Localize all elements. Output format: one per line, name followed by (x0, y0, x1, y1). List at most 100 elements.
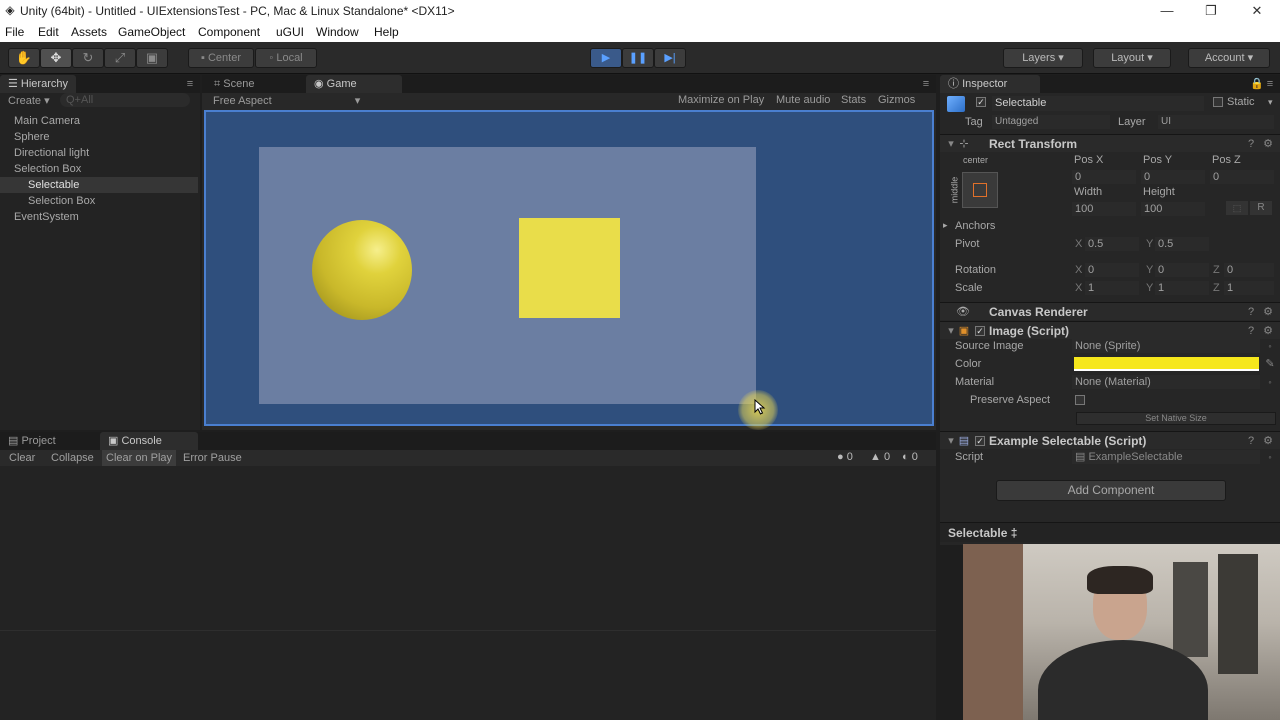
anchor-presets-button[interactable] (962, 172, 998, 208)
tab-scene[interactable]: ⌗ Scene (206, 75, 262, 93)
pos-x-field[interactable]: 0 (1072, 170, 1136, 184)
gizmos-dropdown[interactable]: Gizmos (878, 94, 915, 106)
maximize-on-play-toggle[interactable]: Maximize on Play (678, 94, 764, 106)
help-icon[interactable]: ? (1245, 325, 1257, 337)
menu-assets[interactable]: Assets (71, 25, 107, 39)
help-icon[interactable]: ? (1245, 435, 1257, 447)
account-dropdown[interactable]: Account ▾ (1188, 48, 1270, 68)
game-viewport[interactable] (204, 110, 934, 430)
scale-y-field[interactable]: 1 (1155, 281, 1209, 295)
object-name-field[interactable]: Selectable (992, 96, 1204, 111)
height-field[interactable]: 100 (1141, 202, 1205, 216)
static-dropdown-icon[interactable]: ▾ (1268, 97, 1273, 108)
blueprint-mode-icon[interactable]: ⬚ (1226, 201, 1248, 215)
source-image-field[interactable]: None (Sprite) (1072, 339, 1260, 353)
message-count-toggle[interactable]: ◐ 0 (902, 451, 918, 463)
script-field[interactable]: ▤ ExampleSelectable (1072, 450, 1260, 464)
anchors-label[interactable]: Anchors (955, 220, 995, 232)
panel-menu-icon[interactable]: ≡ (184, 78, 196, 90)
object-picker-icon[interactable]: ◦ (1264, 451, 1276, 463)
image-enabled-checkbox[interactable]: ✓ (975, 326, 985, 336)
eyedropper-icon[interactable]: ✎ (1264, 358, 1276, 370)
menu-help[interactable]: Help (374, 25, 399, 39)
stats-toggle[interactable]: Stats (841, 94, 866, 106)
error-count-toggle[interactable]: ● 0 (837, 451, 853, 463)
image-script-header[interactable]: ▾ ▣ ✓ Image (Script) ? ⚙ (940, 321, 1280, 339)
layout-dropdown[interactable]: Layout ▾ (1093, 48, 1171, 68)
tab-inspector[interactable]: ⓘ Inspector (940, 75, 1040, 93)
collapse-button[interactable]: Collapse (51, 452, 94, 464)
foldout-arrow-icon[interactable]: ▾ (945, 138, 957, 150)
preview-header[interactable]: Selectable ‡ (940, 522, 1280, 542)
layer-dropdown[interactable]: UI (1158, 115, 1274, 129)
raw-edit-button[interactable]: R (1250, 201, 1272, 215)
pivot-y-field[interactable]: 0.5 (1155, 237, 1209, 251)
rotate-tool-icon[interactable]: ↻ (72, 48, 104, 68)
pivot-center-button[interactable]: ▪ Center (188, 48, 254, 68)
canvas-renderer-header[interactable]: 👁 Canvas Renderer ? ⚙ (940, 302, 1280, 320)
add-component-button[interactable]: Add Component (996, 480, 1226, 501)
mute-audio-toggle[interactable]: Mute audio (776, 94, 830, 106)
rotation-z-field[interactable]: 0 (1224, 263, 1274, 277)
menu-ugui[interactable]: uGUI (276, 25, 304, 39)
tab-console[interactable]: ▣ Console (100, 432, 198, 450)
close-icon[interactable]: ✕ (1242, 2, 1272, 20)
tab-hierarchy[interactable]: ☰ Hierarchy (0, 75, 76, 93)
settings-gear-icon[interactable]: ⚙ (1262, 306, 1274, 318)
aspect-dropdown[interactable]: Free Aspect ▾ (213, 94, 360, 107)
move-tool-icon[interactable]: ✥ (40, 48, 72, 68)
object-picker-icon[interactable]: ◦ (1264, 376, 1276, 388)
width-field[interactable]: 100 (1072, 202, 1136, 216)
foldout-arrow-icon[interactable]: ▾ (945, 435, 957, 447)
layers-dropdown[interactable]: Layers ▾ (1003, 48, 1083, 68)
hierarchy-item-eventsystem[interactable]: EventSystem (14, 209, 79, 225)
clear-button[interactable]: Clear (9, 452, 35, 464)
object-picker-icon[interactable]: ◦ (1264, 340, 1276, 352)
hierarchy-item-sphere[interactable]: Sphere (14, 129, 49, 145)
material-field[interactable]: None (Material) (1072, 375, 1260, 389)
hierarchy-item-selection-box-child[interactable]: Selection Box (28, 193, 95, 209)
example-selectable-header[interactable]: ▾ ▤ ✓ Example Selectable (Script) ? ⚙ (940, 431, 1280, 449)
panel-menu-icon[interactable]: ≡ (920, 78, 932, 90)
lock-icon[interactable]: 🔒 (1250, 78, 1264, 90)
static-checkbox[interactable] (1213, 97, 1223, 107)
scale-tool-icon[interactable]: ⤢ (104, 48, 136, 68)
clear-on-play-toggle[interactable]: Clear on Play (102, 450, 177, 466)
hierarchy-item-main-camera[interactable]: Main Camera (14, 113, 80, 129)
menu-file[interactable]: File (5, 25, 24, 39)
settings-gear-icon[interactable]: ⚙ (1262, 435, 1274, 447)
warning-count-toggle[interactable]: ▲ 0 (870, 451, 890, 463)
hierarchy-search-input[interactable]: Q+All (60, 93, 190, 107)
scale-z-field[interactable]: 1 (1224, 281, 1274, 295)
create-dropdown[interactable]: Create ▾ (8, 94, 50, 107)
color-swatch[interactable] (1074, 357, 1259, 371)
settings-gear-icon[interactable]: ⚙ (1262, 325, 1274, 337)
restore-icon[interactable]: ❐ (1196, 2, 1226, 20)
anchors-foldout-icon[interactable]: ▸ (943, 220, 948, 231)
help-icon[interactable]: ? (1245, 138, 1257, 150)
hierarchy-item-selectable[interactable]: Selectable (0, 177, 198, 193)
menu-edit[interactable]: Edit (38, 25, 59, 39)
menu-gameobject[interactable]: GameObject (118, 25, 185, 39)
scale-x-field[interactable]: 1 (1085, 281, 1139, 295)
rotation-x-field[interactable]: 0 (1085, 263, 1139, 277)
space-local-button[interactable]: ◦ Local (255, 48, 317, 68)
tab-project[interactable]: ▤ Project (0, 432, 64, 450)
menu-component[interactable]: Component (198, 25, 260, 39)
preserve-aspect-checkbox[interactable] (1075, 395, 1085, 405)
menu-window[interactable]: Window (316, 25, 359, 39)
pos-z-field[interactable]: 0 (1210, 170, 1274, 184)
settings-gear-icon[interactable]: ⚙ (1262, 138, 1274, 150)
pivot-x-field[interactable]: 0.5 (1085, 237, 1139, 251)
set-native-size-button[interactable]: Set Native Size (1076, 412, 1276, 425)
active-checkbox[interactable]: ✓ (976, 97, 986, 107)
panel-menu-icon[interactable]: ≡ (1264, 78, 1276, 90)
hand-tool-icon[interactable]: ✋ (8, 48, 40, 68)
pos-y-field[interactable]: 0 (1141, 170, 1205, 184)
play-button[interactable]: ▶ (590, 48, 622, 68)
hierarchy-item-directional-light[interactable]: Directional light (14, 145, 89, 161)
error-pause-toggle[interactable]: Error Pause (183, 452, 242, 464)
tab-game[interactable]: ◉ Game (306, 75, 402, 93)
foldout-arrow-icon[interactable]: ▾ (945, 325, 957, 337)
minimize-icon[interactable]: — (1152, 2, 1182, 20)
